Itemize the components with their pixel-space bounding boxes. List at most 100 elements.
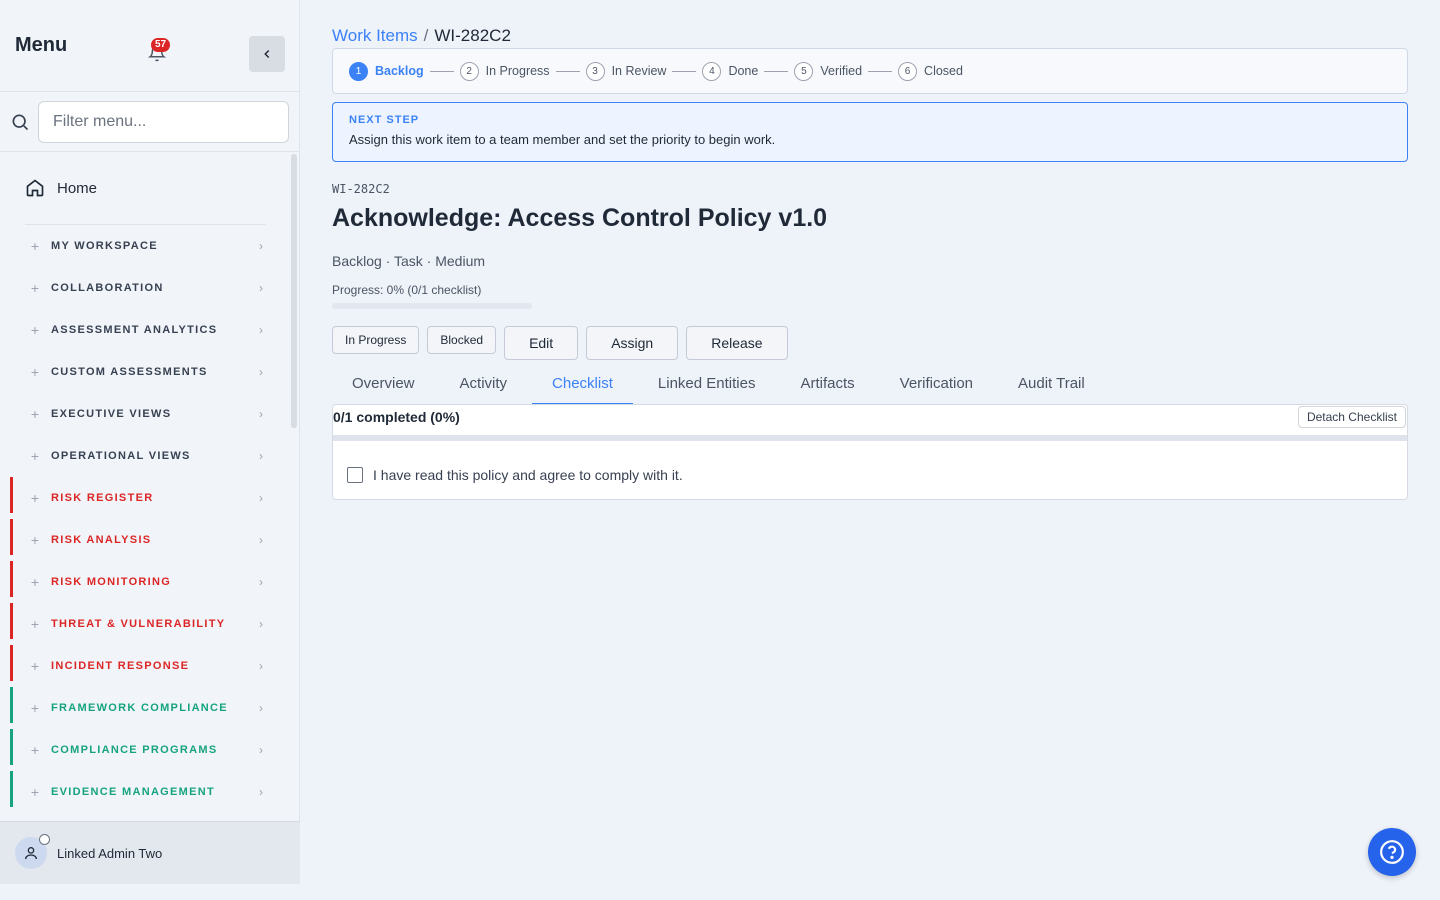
sidebar: Menu 57 Home + MY WORKSPACE › + COLLABORATIO…: [0, 0, 300, 884]
section-accent-bar: [10, 561, 13, 597]
sidebar-section-item[interactable]: + THREAT & VULNERABILITY ›: [0, 603, 299, 645]
next-step-text: Assign this work item to a team member a…: [349, 132, 776, 147]
chevron-right-icon: ›: [259, 659, 263, 673]
tab-activity[interactable]: Activity: [440, 364, 528, 403]
sidebar-section-item[interactable]: + RISK MONITORING ›: [0, 561, 299, 603]
plus-icon: +: [30, 448, 40, 464]
release-button[interactable]: Release: [686, 326, 788, 360]
checklist-item[interactable]: I have read this policy and agree to com…: [333, 467, 1407, 483]
user-footer[interactable]: Linked Admin Two: [0, 821, 300, 884]
filter-menu-input[interactable]: [38, 100, 289, 143]
status-stepper: 1 Backlog 2 In Progress 3 In Review 4 Done 5 Veri…: [332, 48, 1408, 94]
plus-icon: +: [30, 490, 40, 506]
sidebar-section-label: INCIDENT RESPONSE: [51, 660, 190, 672]
step-1: 1 Backlog: [349, 61, 460, 81]
menu-title: Menu: [15, 34, 68, 56]
plus-icon: +: [30, 784, 40, 800]
step-connector: [764, 70, 789, 72]
tab-verification[interactable]: Verification: [880, 364, 993, 403]
help-circle-icon: [1380, 840, 1404, 864]
sidebar-section-item[interactable]: + MY WORKSPACE ›: [0, 225, 299, 267]
help-button[interactable]: [1368, 828, 1416, 876]
checklist-item-text: I have read this policy and agree to com…: [373, 467, 683, 483]
step-number: 1: [349, 61, 368, 81]
section-accent-bar: [10, 645, 13, 681]
sidebar-section-item[interactable]: + CUSTOM ASSESSMENTS ›: [0, 351, 299, 393]
sidebar-section-label: EXECUTIVE VIEWS: [51, 408, 172, 420]
sidebar-section-item[interactable]: + FRAMEWORK COMPLIANCE ›: [0, 687, 299, 729]
sidebar-section-label: CUSTOM ASSESSMENTS: [51, 366, 208, 378]
sidebar-section-item[interactable]: + COMPLIANCE PROGRAMS ›: [0, 729, 299, 771]
avatar[interactable]: [15, 834, 50, 869]
sidebar-section-item[interactable]: + ASSESSMENT ANALYTICS ›: [0, 309, 299, 351]
section-accent-bar: [10, 603, 13, 639]
sidebar-section-item[interactable]: + RISK ANALYSIS ›: [0, 519, 299, 561]
sidebar-section-label: ASSESSMENT ANALYTICS: [51, 324, 218, 336]
section-accent-bar: [10, 519, 13, 555]
step-3: 3 In Review: [585, 61, 703, 81]
step-label: In Review: [611, 64, 667, 78]
sidebar-nav: Home + MY WORKSPACE › + COLLABORATION › + ASSES…: [0, 152, 299, 820]
sidebar-section-label: RISK MONITORING: [51, 576, 172, 588]
sidebar-item-home[interactable]: Home: [0, 152, 299, 224]
checklist-progress-bar: [333, 435, 1407, 441]
tab-overview[interactable]: Overview: [332, 364, 435, 403]
breadcrumb-link-work-items[interactable]: Work Items: [332, 26, 418, 46]
sidebar-section-item[interactable]: + RISK REGISTER ›: [0, 477, 299, 519]
next-step-callout: NEXT STEP Assign this work item to a tea…: [332, 102, 1408, 162]
sidebar-header: Menu 57: [0, 0, 299, 92]
step-label: Done: [728, 64, 759, 78]
checklist-header: 0/1 completed (0%) Detach Checklist: [333, 405, 1407, 429]
chevron-right-icon: ›: [259, 407, 263, 421]
assign-button[interactable]: Assign: [586, 326, 679, 360]
section-accent-bar: [10, 771, 13, 807]
step-connector: [429, 70, 454, 72]
detach-checklist-button[interactable]: Detach Checklist: [1297, 406, 1406, 428]
collapse-sidebar-button[interactable]: [249, 36, 285, 72]
step-label: Backlog: [375, 64, 424, 78]
tab-checklist[interactable]: Checklist: [532, 364, 633, 405]
plus-icon: +: [30, 700, 40, 716]
step-connector: [868, 70, 893, 72]
step-number: 2: [459, 61, 479, 81]
chevron-right-icon: ›: [259, 743, 263, 757]
chevron-right-icon: ›: [259, 491, 263, 505]
plus-icon: +: [30, 280, 40, 296]
chevron-right-icon: ›: [259, 533, 263, 547]
action-bar: In Progress Blocked Edit Assign Release: [332, 326, 1408, 360]
blocked-button[interactable]: Blocked: [427, 326, 497, 354]
step-number: 4: [702, 61, 722, 81]
in-progress-button[interactable]: In Progress: [332, 326, 420, 354]
sidebar-section-item[interactable]: + INCIDENT RESPONSE ›: [0, 645, 299, 687]
tab-audit-trail[interactable]: Audit Trail: [998, 364, 1105, 403]
user-name: Linked Admin Two: [57, 845, 163, 861]
chevron-right-icon: ›: [259, 701, 263, 715]
plus-icon: +: [30, 406, 40, 422]
chevron-right-icon: ›: [259, 575, 263, 589]
chevron-right-icon: ›: [259, 365, 263, 379]
progress-bar: [332, 303, 532, 309]
sidebar-section-item[interactable]: + EXECUTIVE VIEWS ›: [0, 393, 299, 435]
filter-row: [0, 92, 299, 152]
step-6: 6 Closed: [898, 61, 963, 81]
edit-button[interactable]: Edit: [504, 326, 579, 360]
checklist-checkbox[interactable]: [347, 467, 363, 483]
sidebar-section-item[interactable]: + EVIDENCE MANAGEMENT ›: [0, 771, 299, 813]
sidebar-section-label: RISK ANALYSIS: [51, 534, 152, 546]
sidebar-section-item[interactable]: + COLLABORATION ›: [0, 267, 299, 309]
plus-icon: +: [30, 658, 40, 674]
sidebar-section-item[interactable]: + OPERATIONAL VIEWS ›: [0, 435, 299, 477]
search-icon: [12, 114, 29, 130]
chevron-right-icon: ›: [259, 323, 263, 337]
checklist-panel: 0/1 completed (0%) Detach Checklist I ha…: [332, 404, 1408, 500]
sidebar-section-label: MY WORKSPACE: [51, 240, 158, 252]
tab-artifacts[interactable]: Artifacts: [780, 364, 874, 403]
sidebar-section-label: COMPLIANCE PROGRAMS: [51, 744, 218, 756]
sidebar-section-label: FRAMEWORK COMPLIANCE: [51, 702, 228, 714]
user-icon: [25, 847, 37, 860]
step-label: Closed: [924, 64, 963, 78]
progress-label: Progress: 0% (0/1 checklist): [332, 283, 482, 297]
tab-linked-entities[interactable]: Linked Entities: [638, 364, 776, 403]
sidebar-section-label: COLLABORATION: [51, 282, 164, 294]
chevron-right-icon: ›: [259, 449, 263, 463]
